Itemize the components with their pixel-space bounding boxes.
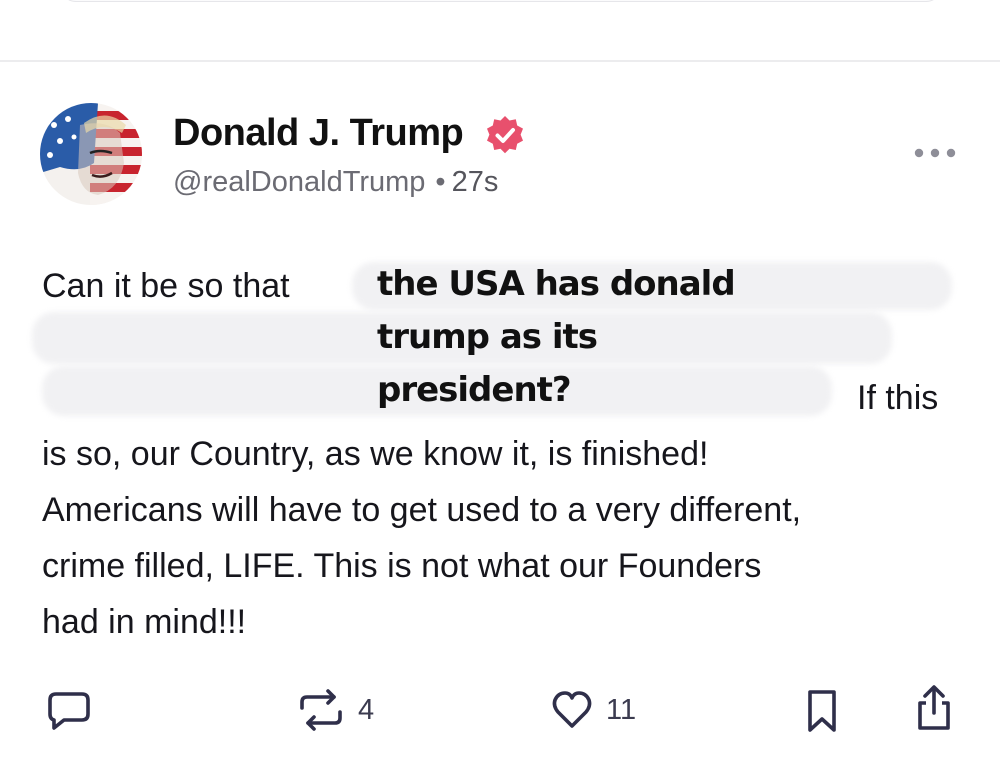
more-options-icon[interactable]: [912, 143, 958, 163]
like-count: 11: [606, 693, 637, 726]
post-text-line: Can it be so that: [42, 267, 290, 305]
post-text-line: If this: [857, 379, 939, 417]
overlay-text-line: president?: [377, 370, 572, 410]
previous-post-card: [60, 0, 942, 2]
verified-badge-icon: [487, 116, 523, 154]
overlay-text: the USA has donald trump as its presiden…: [377, 258, 797, 417]
repost-count: 4: [358, 693, 375, 726]
post-text-line: had in mind!!!: [42, 603, 247, 641]
like-button[interactable]: 11: [550, 688, 636, 732]
author-handle[interactable]: @realDonaldTrump: [173, 166, 425, 198]
meta-separator: •: [435, 166, 446, 198]
bookmark-icon: [808, 690, 836, 732]
heart-icon: [552, 691, 592, 728]
reply-icon: [48, 692, 90, 730]
bookmark-button[interactable]: [804, 688, 840, 734]
avatar[interactable]: [40, 103, 142, 205]
repost-icon: [300, 689, 342, 731]
post-divider: [0, 60, 1000, 62]
overlay-text-line: trump as its: [377, 317, 598, 357]
share-icon: [918, 685, 950, 730]
post-meta: @realDonaldTrump • 27s: [173, 166, 498, 199]
post-text-line: crime filled, LIFE. This is not what our…: [42, 547, 762, 585]
overlay-text-line: the USA has donald: [377, 264, 736, 304]
share-button[interactable]: [912, 683, 956, 733]
avatar-image: [40, 103, 142, 205]
post-text-line: Americans will have to get used to a ver…: [42, 491, 802, 529]
author-name[interactable]: Donald J. Trump: [173, 112, 464, 155]
reply-button[interactable]: [46, 688, 92, 732]
post-timestamp[interactable]: 27s: [452, 166, 499, 198]
post-text-line: is so, our Country, as we know it, is fi…: [42, 435, 709, 473]
repost-button[interactable]: 4: [296, 688, 374, 732]
